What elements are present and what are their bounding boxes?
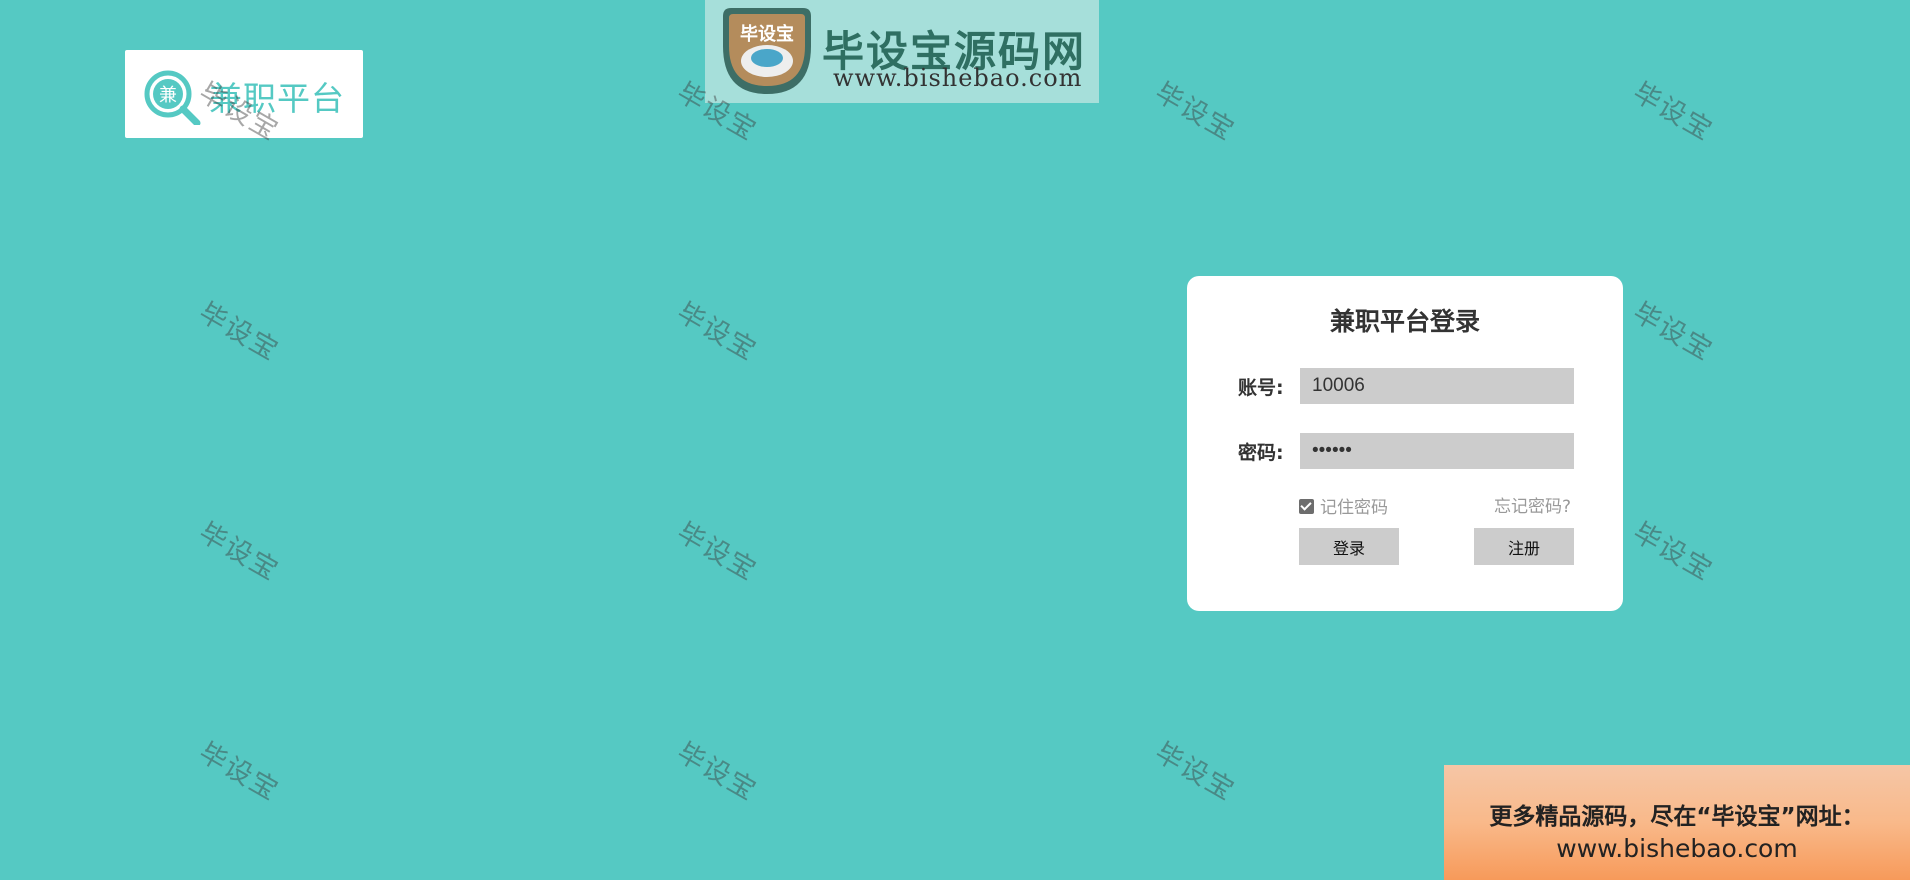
watermark: 毕设宝	[1627, 516, 1719, 588]
promo-url[interactable]: www.bishebao.com	[1444, 834, 1910, 863]
watermark: 毕设宝	[193, 736, 285, 808]
site-logo: 兼 兼职平台	[125, 50, 363, 138]
watermark: 毕设宝	[193, 516, 285, 588]
promo-text: 更多精品源码，尽在“毕设宝”网址：	[1489, 804, 1865, 830]
logo-icon-char: 兼	[159, 85, 177, 106]
watermark: 毕设宝	[671, 516, 763, 588]
remember-password[interactable]: 记住密码	[1299, 493, 1388, 518]
promo-box: 更多精品源码，尽在“毕设宝”网址： www.bishebao.com	[1444, 765, 1910, 880]
bishebao-banner: 毕设宝 毕设宝源码网 www.bishebao.com	[705, 0, 1099, 103]
watermark: 毕设宝	[1149, 736, 1241, 808]
register-button[interactable]: 注册	[1474, 528, 1574, 565]
password-input[interactable]	[1300, 433, 1574, 469]
banner-url: www.bishebao.com	[833, 64, 1083, 92]
watermark: 毕设宝	[1627, 76, 1719, 148]
login-card: 兼职平台登录 账号: 密码: 记住密码 忘记密码? 登录 注册	[1187, 276, 1623, 611]
badge-text: 毕设宝	[740, 23, 794, 45]
bishebao-badge-icon: 毕设宝	[723, 8, 811, 94]
magnifier-logo-icon: 兼	[144, 70, 201, 125]
remember-label: 记住密码	[1320, 498, 1388, 518]
watermark: 毕设宝	[671, 296, 763, 368]
password-label: 密码:	[1238, 442, 1284, 464]
login-title: 兼职平台登录	[1329, 307, 1480, 336]
site-logo-text: 兼职平台	[209, 79, 345, 118]
login-button[interactable]: 登录	[1299, 528, 1399, 565]
watermark: 毕设宝	[1149, 76, 1241, 148]
remember-checkbox[interactable]	[1299, 498, 1314, 514]
forgot-password-link[interactable]: 忘记密码?	[1494, 492, 1571, 517]
watermark: 毕设宝	[671, 736, 763, 808]
watermark: 毕设宝	[1627, 296, 1719, 368]
watermark: 毕设宝	[193, 296, 285, 368]
account-input[interactable]	[1300, 368, 1574, 404]
account-label: 账号:	[1238, 377, 1284, 399]
